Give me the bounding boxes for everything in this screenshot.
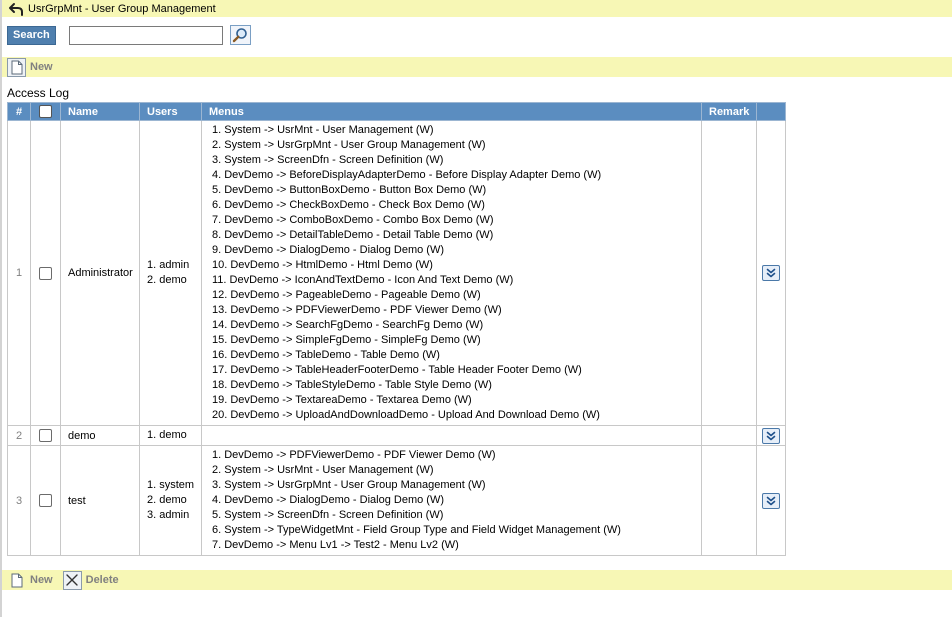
new-label: New: [30, 574, 53, 586]
delete-label: Delete: [85, 574, 119, 586]
row-checkbox[interactable]: [39, 494, 52, 507]
menu-item: 1. DevDemo -> PDFViewerDemo - PDF Viewer…: [212, 449, 496, 461]
search-button[interactable]: Search: [7, 25, 56, 45]
back-arrow-icon[interactable]: [8, 2, 24, 16]
group-remark: [701, 120, 757, 426]
row-actions: [756, 445, 786, 556]
header-users[interactable]: Users: [139, 102, 202, 121]
row-actions: [756, 120, 786, 426]
menus-list: 1. System -> UsrMnt - User Management (W…: [212, 123, 691, 423]
group-remark: [701, 445, 757, 556]
select-all-checkbox[interactable]: [39, 105, 52, 118]
menu-item: 4. DevDemo -> BeforeDisplayAdapterDemo -…: [212, 169, 602, 181]
group-menus: 1. DevDemo -> PDFViewerDemo - PDF Viewer…: [201, 445, 702, 556]
user-item: 2. demo: [147, 494, 187, 506]
magnifier-icon[interactable]: [229, 25, 251, 45]
menus-list: 1. DevDemo -> PDFViewerDemo - PDF Viewer…: [212, 448, 691, 553]
search-row: Search: [7, 25, 251, 45]
header-select-all: [30, 102, 61, 121]
menu-item: 5. DevDemo -> ButtonBoxDemo - Button Box…: [212, 184, 487, 196]
menu-item: 2. System -> UsrGrpMnt - User Group Mana…: [212, 139, 486, 151]
menu-item: 12. DevDemo -> PageableDemo - Pageable D…: [212, 289, 481, 301]
menu-item: 15. DevDemo -> SimpleFgDemo - SimpleFg D…: [212, 334, 481, 346]
menu-item: 4. DevDemo -> DialogDemo - Dialog Demo (…: [212, 494, 444, 506]
group-menus: [201, 425, 702, 446]
user-item: 3. admin: [147, 509, 190, 521]
table-header-row: # Name Users Menus Remark: [7, 102, 786, 121]
table-row[interactable]: 3 test 1. system 2. demo 3. admin 1. DevDemo …: [7, 445, 786, 556]
new-button-bottom[interactable]: New: [7, 571, 53, 590]
menu-item: 20. DevDemo -> UploadAndDownloadDemo - U…: [212, 409, 600, 421]
menu-item: 6. DevDemo -> CheckBoxDemo - Check Box D…: [212, 199, 485, 211]
header-actions: [756, 102, 786, 121]
user-item: 2. demo: [147, 274, 187, 286]
menu-item: 3. System -> UsrGrpMnt - User Group Mana…: [212, 479, 486, 491]
row-number: 3: [7, 445, 31, 556]
row-checkbox[interactable]: [39, 266, 52, 280]
users-list: 1. demo: [147, 428, 194, 443]
bottom-toolbar: New Delete: [2, 570, 952, 590]
page-title: UsrGrpMnt - User Group Management: [28, 2, 216, 15]
menu-item: 14. DevDemo -> SearchFgDemo - SearchFg D…: [212, 319, 484, 331]
search-input[interactable]: [68, 25, 223, 45]
menu-item: 18. DevDemo -> TableStyleDemo - Table St…: [212, 379, 492, 391]
row-number: 2: [7, 425, 31, 446]
header-num: #: [7, 102, 31, 121]
user-item: 1. admin: [147, 259, 190, 271]
menu-item: 11. DevDemo -> IconAndTextDemo - Icon An…: [212, 274, 514, 286]
header-name[interactable]: Name: [60, 102, 140, 121]
menu-item: 5. System -> ScreenDfn - Screen Definiti…: [212, 509, 444, 521]
row-select-cell: [30, 425, 61, 446]
expand-chevron-icon[interactable]: [762, 265, 780, 281]
menu-item: 19. DevDemo -> TextareaDemo - Textarea D…: [212, 394, 472, 406]
menu-item: 17. DevDemo -> TableHeaderFooterDemo - T…: [212, 364, 582, 376]
menu-item: 16. DevDemo -> TableDemo - Table Demo (W…: [212, 349, 440, 361]
delete-x-icon: [62, 570, 82, 590]
menu-item: 7. DevDemo -> Menu Lv1 -> Test2 - Menu L…: [212, 539, 459, 551]
user-item: 1. demo: [147, 429, 187, 441]
user-group-table: # Name Users Menus Remark 1 Administrator…: [7, 102, 786, 556]
expand-chevron-icon[interactable]: [762, 427, 780, 444]
table-row[interactable]: 2 demo 1. demo: [7, 425, 786, 446]
group-name: Administrator: [60, 120, 140, 426]
top-toolbar: New: [2, 57, 952, 77]
expand-chevron-icon[interactable]: [762, 492, 780, 509]
row-checkbox[interactable]: [39, 429, 52, 442]
row-number: 1: [7, 120, 31, 426]
row-select-cell: [30, 445, 61, 556]
section-title: Access Log: [7, 86, 70, 100]
users-list: 1. system 2. demo 3. admin: [147, 478, 194, 523]
new-document-icon: [7, 57, 26, 77]
user-item: 1. system: [147, 479, 195, 491]
menu-item: 1. System -> UsrMnt - User Management (W…: [212, 124, 434, 136]
group-users: 1. demo: [139, 425, 202, 446]
group-name: demo: [60, 425, 140, 446]
menu-item: 3. System -> ScreenDfn - Screen Definiti…: [212, 154, 444, 166]
menu-item: 10. DevDemo -> HtmlDemo - Html Demo (W): [212, 259, 433, 271]
menu-item: 6. System -> TypeWidgetMnt - Field Group…: [212, 524, 621, 536]
header-menus[interactable]: Menus: [201, 102, 702, 121]
group-users: 1. system 2. demo 3. admin: [139, 445, 202, 556]
group-remark: [701, 425, 757, 446]
menu-item: 8. DevDemo -> DetailTableDemo - Detail T…: [212, 229, 494, 241]
table-row[interactable]: 1 Administrator 1. admin 2. demo 1. System -…: [7, 120, 786, 426]
menu-item: 2. System -> UsrMnt - User Management (W…: [212, 464, 434, 476]
new-button[interactable]: New: [7, 57, 53, 77]
header-remark[interactable]: Remark: [701, 102, 757, 121]
menu-item: 7. DevDemo -> ComboBoxDemo - Combo Box D…: [212, 214, 494, 226]
menu-item: 9. DevDemo -> DialogDemo - Dialog Demo (…: [212, 244, 444, 256]
menu-item: 13. DevDemo -> PDFViewerDemo - PDF Viewe…: [212, 304, 502, 316]
group-users: 1. admin 2. demo: [139, 120, 202, 426]
left-border: [0, 0, 2, 617]
group-menus: 1. System -> UsrMnt - User Management (W…: [201, 120, 702, 426]
group-name: test: [60, 445, 140, 556]
users-list: 1. admin 2. demo: [147, 258, 194, 288]
row-actions: [756, 425, 786, 446]
new-document-icon: [7, 571, 26, 590]
row-select-cell: [30, 120, 61, 426]
title-bar: UsrGrpMnt - User Group Management: [2, 0, 952, 17]
delete-button[interactable]: Delete: [62, 570, 119, 590]
new-label: New: [30, 61, 53, 73]
